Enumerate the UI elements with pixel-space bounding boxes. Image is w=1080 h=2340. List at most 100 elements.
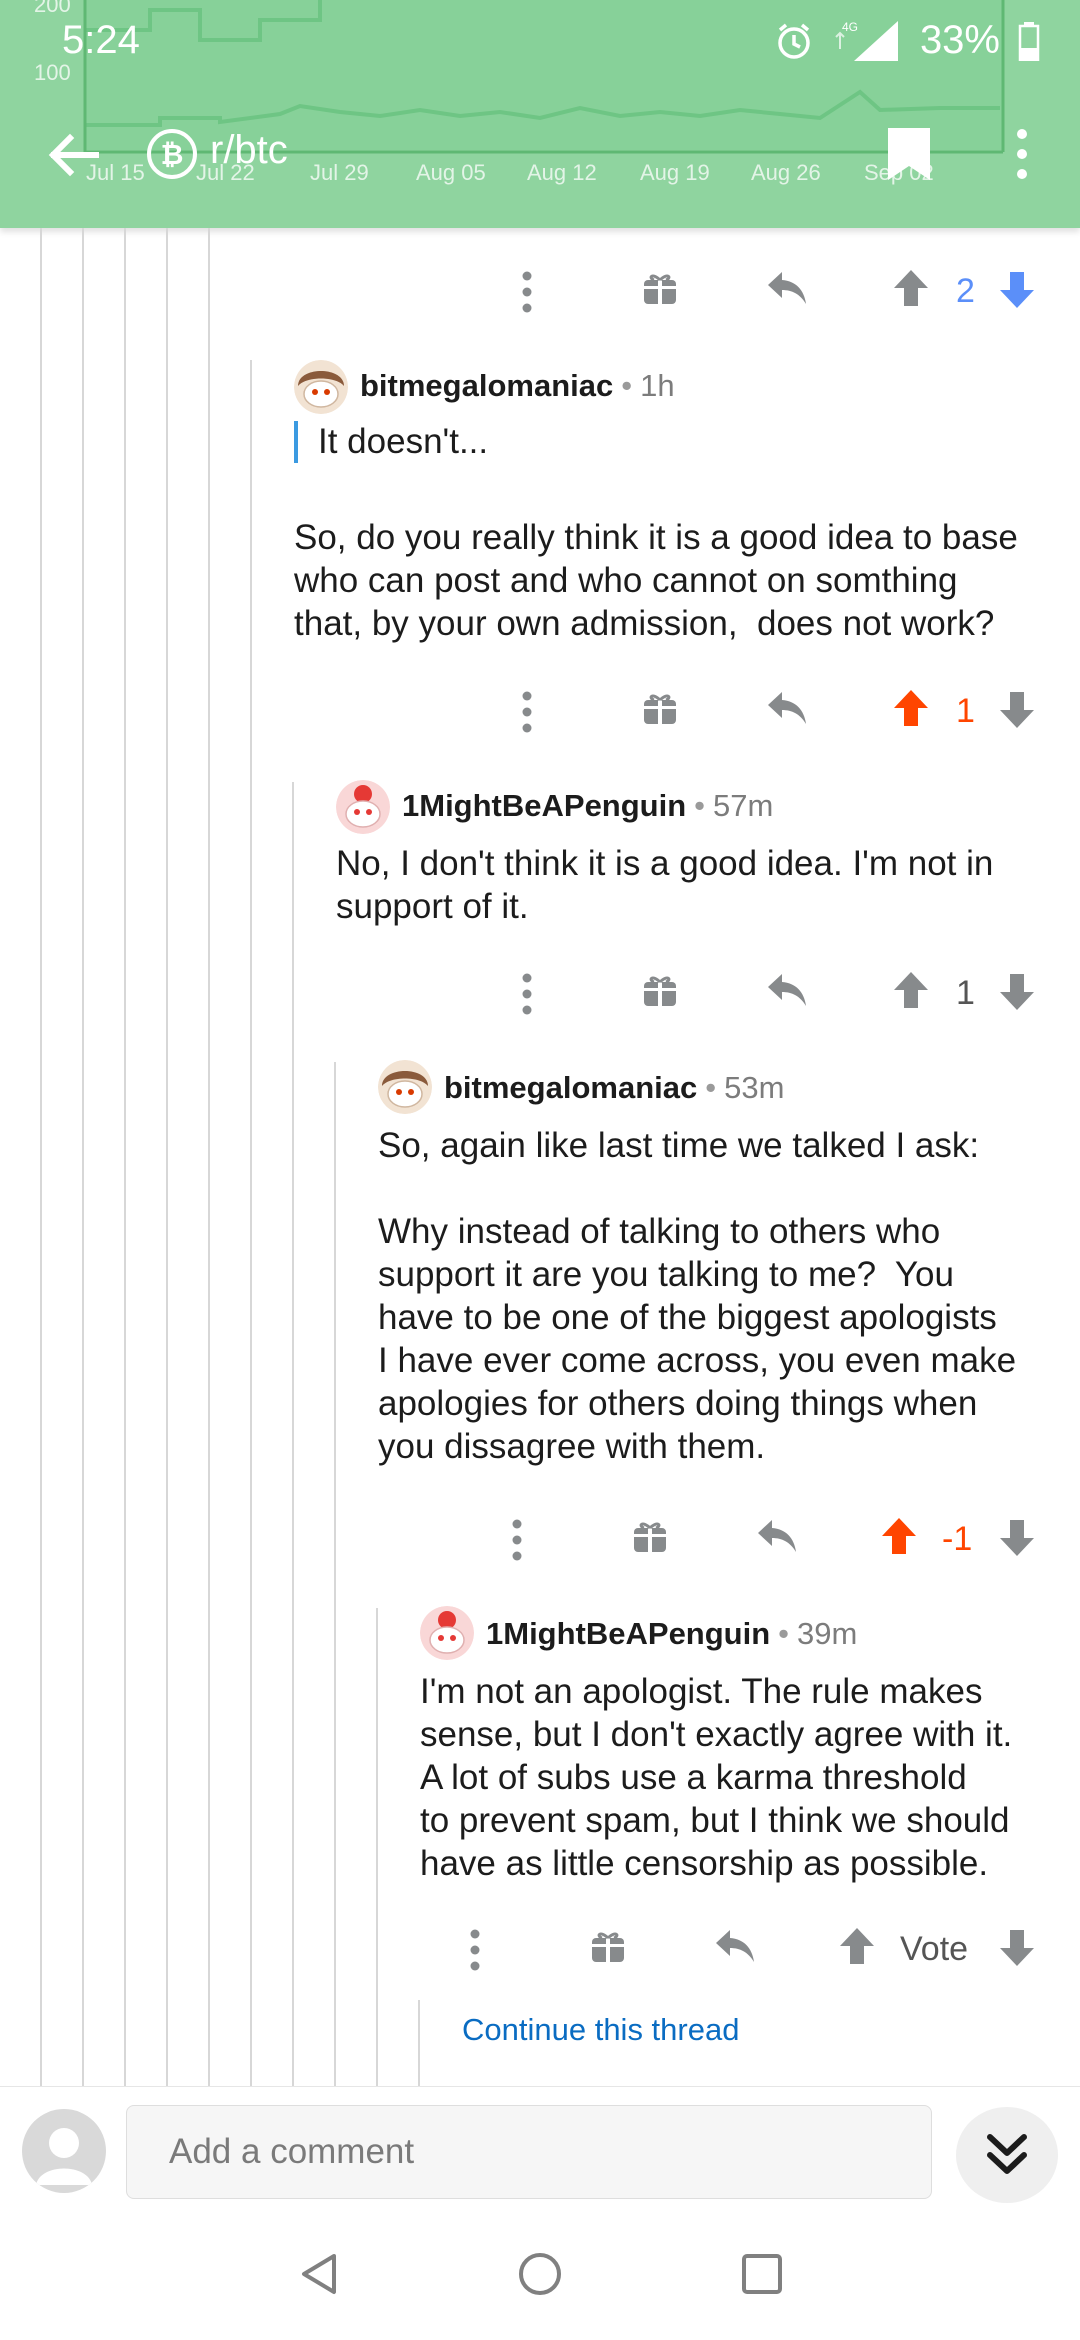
award-gift-icon[interactable]: [590, 1928, 626, 1964]
meta-separator: •: [694, 788, 706, 823]
downvote-arrow-icon[interactable]: [998, 270, 1036, 310]
comment-meta: 1MightBeAPenguin • 57m: [402, 788, 773, 824]
comment-author[interactable]: bitmegalomaniac: [444, 1070, 697, 1106]
reply-icon[interactable]: [766, 970, 808, 1010]
comment-actions: 1: [520, 964, 1060, 1024]
meta-separator: •: [705, 1070, 717, 1105]
comment-actions: 2: [520, 262, 1060, 322]
comment-author[interactable]: 1MightBeAPenguin: [402, 788, 686, 824]
award-gift-icon[interactable]: [642, 972, 678, 1008]
award-gift-icon[interactable]: [632, 1518, 668, 1554]
thread-depth-line[interactable]: [292, 782, 294, 2086]
reply-icon[interactable]: [714, 1926, 756, 1966]
status-time: 5:24: [62, 18, 140, 62]
upvote-arrow-icon[interactable]: [892, 688, 930, 728]
more-vertical-icon[interactable]: [1012, 124, 1032, 184]
upvote-arrow-icon[interactable]: [838, 1926, 876, 1966]
upvote-arrow-icon[interactable]: [892, 268, 930, 308]
chart-y-label: 200: [34, 0, 71, 17]
thread-depth-line[interactable]: [376, 1608, 378, 2086]
downvote-arrow-icon[interactable]: [998, 690, 1036, 730]
thread-depth-line[interactable]: [82, 228, 84, 2086]
more-options-icon[interactable]: [520, 690, 534, 734]
comment-meta: 1MightBeAPenguin • 39m: [486, 1616, 857, 1652]
reply-icon[interactable]: [766, 268, 808, 308]
comment-quote: It doesn't...: [318, 422, 489, 461]
more-options-icon[interactable]: [520, 270, 534, 314]
signal-icon: 4G: [835, 20, 898, 61]
bookmark-icon[interactable]: [884, 124, 934, 184]
comment-score: -1: [942, 1520, 973, 1558]
comment-body: I'm not an apologist. The rule makes sen…: [420, 1672, 1013, 1883]
avatar[interactable]: [294, 360, 348, 414]
nav-recents-icon[interactable]: [738, 2250, 786, 2298]
default-user-icon: [36, 2128, 92, 2185]
thread-depth-line[interactable]: [166, 228, 168, 2086]
comment-actions: -1: [510, 1510, 1060, 1570]
add-comment-input[interactable]: Add a comment: [126, 2105, 932, 2199]
chart-x-label: Aug 19: [640, 160, 710, 185]
thread-depth-line[interactable]: [334, 1062, 336, 2086]
thread-depth-line[interactable]: [124, 228, 126, 2086]
comment-author[interactable]: 1MightBeAPenguin: [486, 1616, 770, 1652]
status-icons: 4G 33%: [774, 18, 1040, 63]
thread-depth-line[interactable]: [208, 228, 210, 2086]
comment-body: No, I don't think it is a good idea. I'm…: [336, 844, 994, 926]
comment-score: 1: [956, 692, 975, 730]
downvote-arrow-icon[interactable]: [998, 1518, 1036, 1558]
network-type-label: 4G: [842, 20, 858, 34]
svg-text:₿: ₿: [161, 139, 184, 170]
avatar[interactable]: [336, 780, 390, 834]
subreddit-header: 200 100 Jul 15 Jul 22 Jul 29 Aug 05 Aug …: [0, 0, 1080, 228]
thread-depth-line[interactable]: [418, 2000, 420, 2086]
comment-age: 53m: [724, 1070, 785, 1105]
vote-label: Vote: [900, 1930, 969, 1968]
meta-separator: •: [778, 1616, 790, 1651]
chart-x-label: Aug 12: [527, 160, 597, 185]
comment-actions: 1: [520, 682, 1060, 742]
alarm-icon: [778, 23, 810, 59]
comment-age: 39m: [797, 1616, 858, 1651]
upvote-arrow-icon[interactable]: [892, 970, 930, 1010]
award-gift-icon[interactable]: [642, 690, 678, 726]
battery-percent: 33%: [919, 18, 1000, 62]
downvote-arrow-icon[interactable]: [998, 972, 1036, 1012]
bitcoin-cash-icon[interactable]: ₿: [146, 128, 198, 180]
comment-age: 57m: [713, 788, 774, 823]
comment-author[interactable]: bitmegalomaniac: [360, 368, 613, 404]
award-gift-icon[interactable]: [642, 270, 678, 306]
avatar[interactable]: [378, 1060, 432, 1114]
comment-body: So, do you really think it is a good ide…: [294, 518, 1018, 643]
thread-depth-line[interactable]: [250, 360, 252, 2086]
comment-body: So, again like last time we talked I ask…: [378, 1126, 1017, 1466]
nav-home-icon[interactable]: [516, 2250, 564, 2298]
chart-x-label: Jul 29: [310, 160, 369, 185]
comment-actions: Vote: [468, 1920, 1060, 1980]
user-avatar[interactable]: [22, 2109, 106, 2193]
reply-icon[interactable]: [756, 1516, 798, 1556]
chart-y-label: 100: [34, 60, 71, 85]
more-options-icon[interactable]: [468, 1928, 482, 1972]
avatar[interactable]: [420, 1606, 474, 1660]
subreddit-title[interactable]: r/btc: [210, 128, 288, 173]
reply-icon[interactable]: [766, 688, 808, 728]
more-options-icon[interactable]: [520, 972, 534, 1016]
quote-bar: [294, 421, 298, 463]
downvote-arrow-icon[interactable]: [998, 1928, 1036, 1968]
upvote-arrow-icon[interactable]: [880, 1516, 918, 1556]
meta-separator: •: [621, 368, 633, 403]
chart-x-label: Aug 05: [416, 160, 486, 185]
continue-thread-link[interactable]: Continue this thread: [462, 2012, 739, 2048]
nav-back-icon[interactable]: [296, 2250, 344, 2298]
more-options-icon[interactable]: [510, 1518, 524, 1562]
comment-thread: 2 bitmegalomaniac • 1h It doesn't... So,…: [0, 228, 1080, 2086]
back-arrow-icon[interactable]: [44, 126, 102, 184]
chart-x-label: Aug 26: [751, 160, 821, 185]
thread-depth-line[interactable]: [40, 228, 42, 2086]
comment-age: 1h: [640, 368, 675, 403]
comment-meta: bitmegalomaniac • 1h: [360, 368, 675, 404]
system-navigation-bar: [0, 2216, 1080, 2340]
double-chevron-down-icon: [987, 2134, 1027, 2174]
collapse-thread-button[interactable]: [956, 2107, 1058, 2203]
comment-composer-bar: Add a comment: [0, 2086, 1080, 2217]
